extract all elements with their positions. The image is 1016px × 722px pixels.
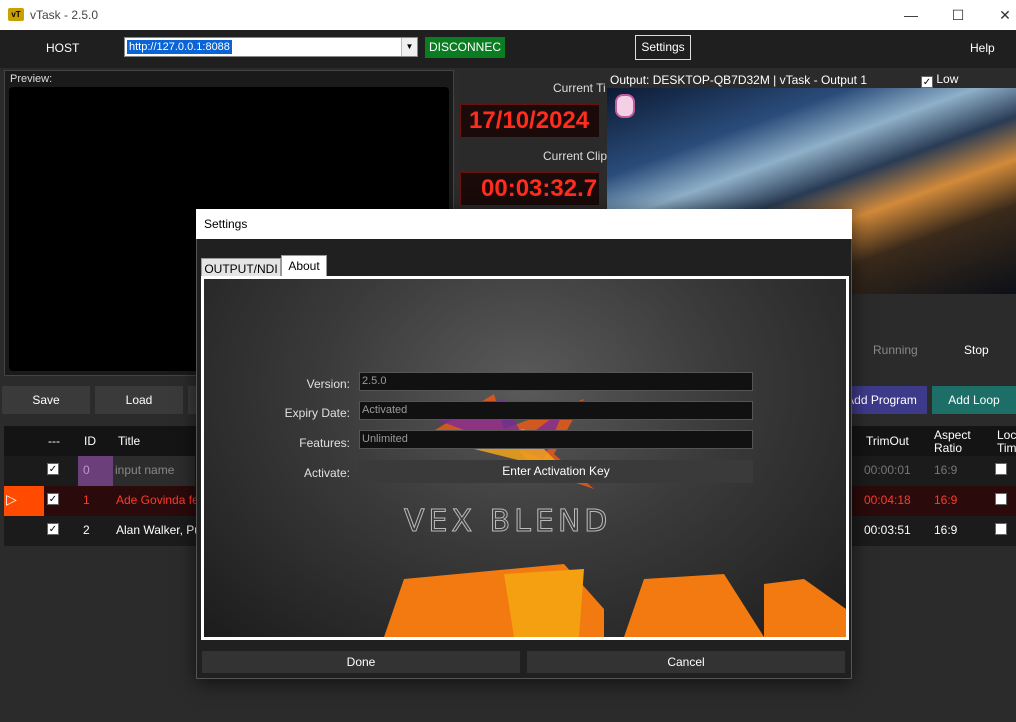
host-input[interactable]: http://127.0.0.1:8088 ▼ [124, 37, 418, 57]
row-trimout: 00:04:18 [864, 493, 911, 507]
host-label: HOST [46, 41, 80, 55]
row-id: 2 [83, 523, 90, 537]
col-trimout-header: TrimOut [866, 434, 909, 448]
row-lock-checkbox[interactable] [995, 463, 1007, 475]
row-title[interactable]: Alan Walker, Put [116, 523, 204, 537]
version-label: Version: [306, 377, 350, 391]
activation-key-button[interactable]: Enter Activation Key [359, 460, 753, 483]
cancel-button[interactable]: Cancel [527, 651, 845, 673]
col-lock-header: Lock Time [997, 428, 1016, 455]
row-checkbox[interactable]: ✓ [47, 463, 59, 475]
close-icon[interactable]: ✕ [993, 4, 1016, 26]
logo-text: VEX BLEND [404, 504, 611, 539]
tab-about[interactable]: About [281, 255, 327, 278]
expiry-label: Expiry Date: [284, 406, 350, 420]
done-button[interactable]: Done [202, 651, 520, 673]
current-clip-value: 00:03:32.7 [460, 172, 600, 206]
dialog-title: Settings [196, 209, 852, 239]
col-check-header: --- [48, 434, 60, 448]
chevron-down-icon[interactable]: ▼ [401, 38, 417, 56]
current-time-value: 17/10/2024 [460, 104, 600, 138]
preview-label: Preview: [10, 73, 53, 85]
row-checkbox[interactable]: ✓ [47, 493, 59, 505]
help-button[interactable]: Help [970, 41, 995, 55]
row-id: 1 [83, 493, 90, 507]
row-id: 0 [83, 463, 90, 477]
features-label: Features: [299, 436, 350, 450]
col-title-header: Title [118, 434, 141, 448]
running-label: Running [873, 343, 918, 357]
activate-label: Activate: [303, 466, 350, 480]
title-bar: vT vTask - 2.5.0 — ☐ ✕ [0, 0, 1016, 30]
microphone-icon [615, 94, 635, 118]
row-aspect: 16:9 [934, 463, 958, 477]
play-arrow-icon: ▷ [6, 491, 17, 507]
checkbox-checked-icon[interactable]: ✓ [921, 76, 933, 88]
row-checkbox[interactable]: ✓ [47, 523, 59, 535]
row-trimout: 00:03:51 [864, 523, 911, 537]
tab-output-ndi[interactable]: OUTPUT/NDI [201, 258, 281, 278]
window-title: vTask - 2.5.0 [30, 8, 99, 22]
app-icon: vT [8, 8, 24, 21]
row-title[interactable]: Ade Govinda fea [116, 493, 205, 507]
about-panel: VEX BLEND [201, 276, 849, 640]
expiry-field: Activated [359, 401, 753, 420]
version-field: 2.5.0 [359, 372, 753, 391]
save-button[interactable]: Save [2, 386, 90, 414]
row-title[interactable]: input name [115, 463, 174, 477]
settings-button[interactable]: Settings [635, 35, 691, 60]
disconnect-button[interactable]: DISCONNEC [425, 37, 505, 58]
about-artwork: VEX BLEND [384, 394, 846, 637]
row-aspect: 16:9 [934, 523, 958, 537]
col-aspect-header: Aspect Ratio [934, 428, 971, 455]
current-clip-label: Current Clip [543, 149, 608, 163]
output-label: Output: DESKTOP-QB7D32M | vTask - Output… [610, 73, 867, 87]
row-lock-checkbox[interactable] [995, 493, 1007, 505]
row-trimout: 00:00:01 [864, 463, 911, 477]
maximize-icon[interactable]: ☐ [946, 4, 970, 26]
current-time-label: Current Ti [553, 81, 606, 95]
stop-button[interactable]: Stop [964, 343, 989, 357]
col-id-header: ID [84, 434, 96, 448]
host-input-value[interactable]: http://127.0.0.1:8088 [127, 40, 232, 54]
features-field: Unlimited [359, 430, 753, 449]
minimize-icon[interactable]: — [899, 4, 923, 26]
row-aspect: 16:9 [934, 493, 958, 507]
add-loop-button[interactable]: Add Loop [932, 386, 1016, 414]
load-button[interactable]: Load [95, 386, 183, 414]
row-lock-checkbox[interactable] [995, 523, 1007, 535]
